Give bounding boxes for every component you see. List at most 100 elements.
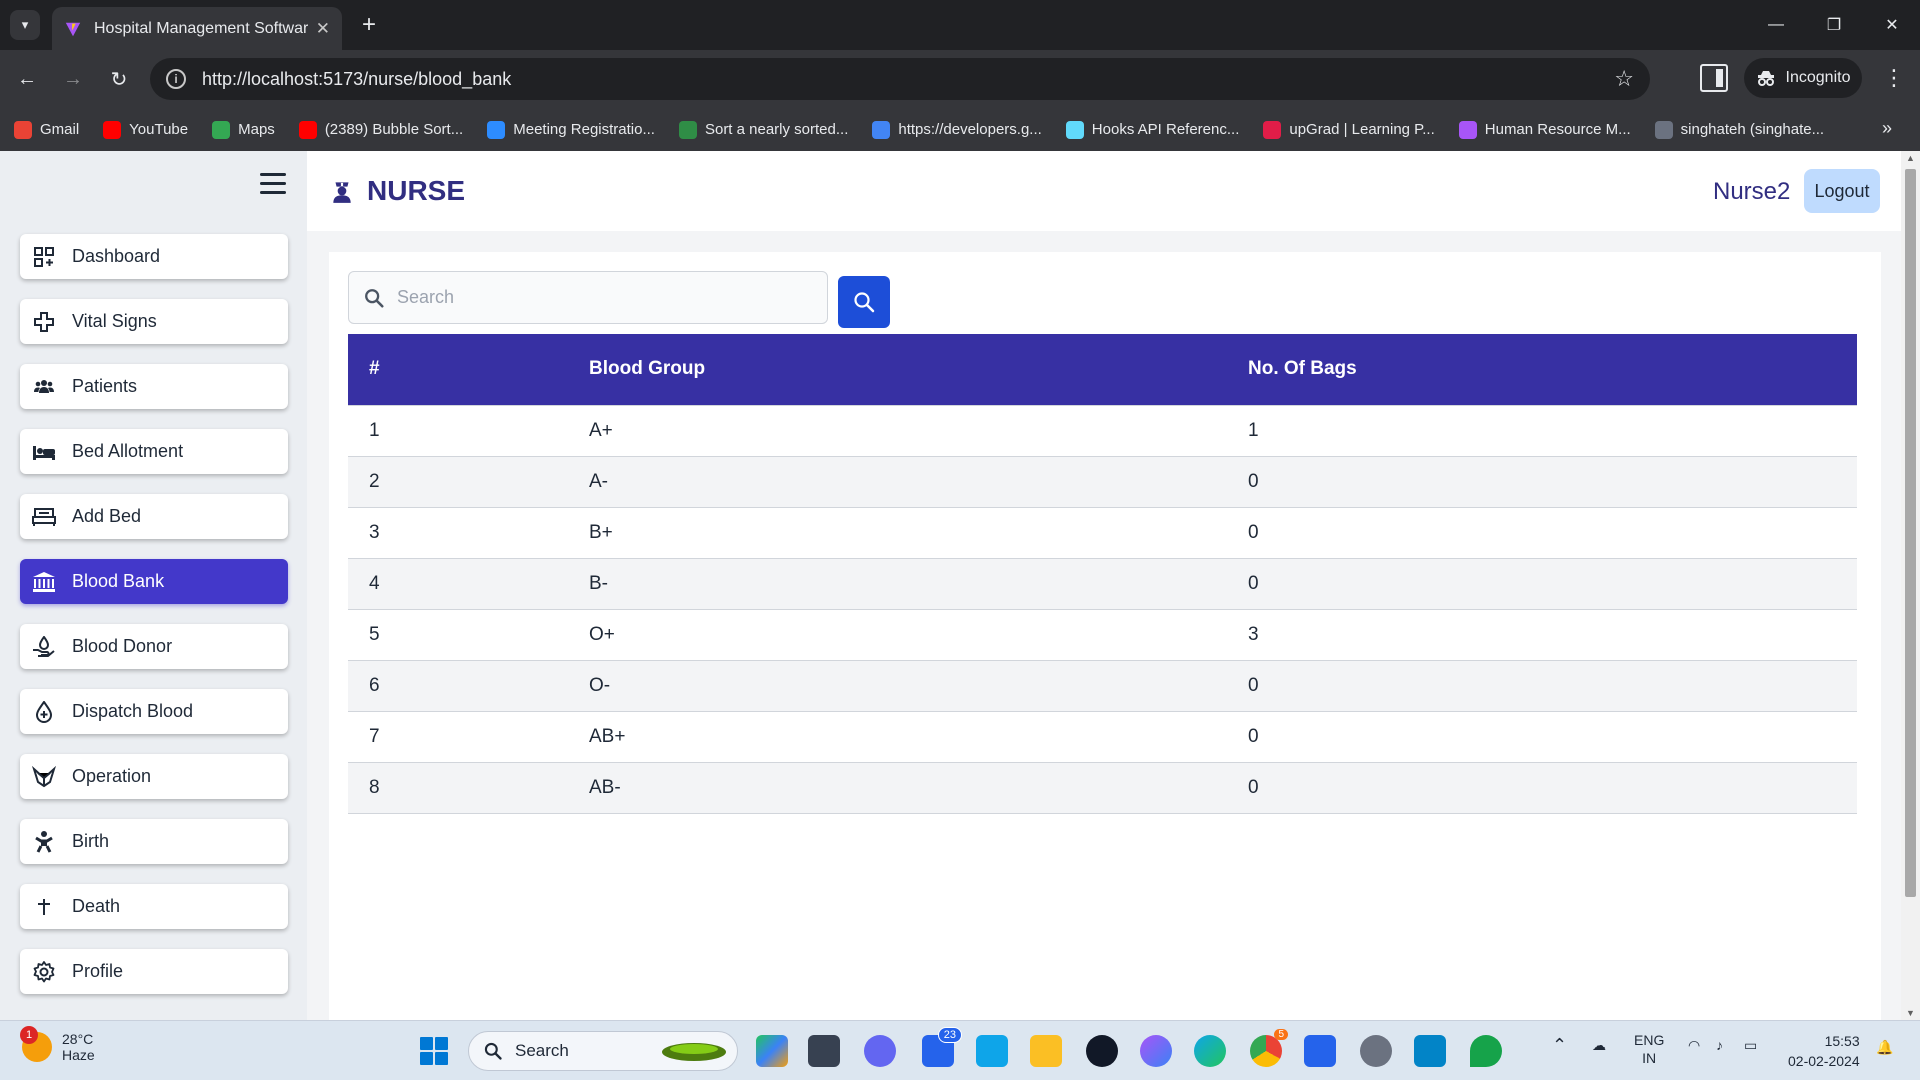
- page-scrollbar[interactable]: ▲ ▼: [1901, 151, 1920, 1020]
- bookmark-item[interactable]: Gmail: [14, 120, 80, 139]
- bank-icon: [32, 570, 56, 594]
- bags-count-cell: 0: [1227, 659, 1857, 711]
- windows-start-icon[interactable]: [420, 1037, 448, 1065]
- mongodb-compass-icon[interactable]: [1470, 1035, 1502, 1067]
- search-button[interactable]: [838, 276, 890, 328]
- blood-bank-table: # Blood Group No. Of Bags 1 A+ 1 2 A- 0 3 B+ 0 4 B…: [348, 334, 1857, 814]
- hamburger-menu-icon[interactable]: [260, 173, 286, 195]
- tab-search-button[interactable]: ▾: [10, 10, 40, 40]
- bookmark-item[interactable]: YouTube: [103, 120, 188, 139]
- browser-toolbar: ← → ↻ i http://localhost:5173/nurse/bloo…: [0, 50, 1920, 108]
- sidebar-menu: Dashboard Vital Signs Patients Bed Allotmen…: [20, 234, 288, 1014]
- restore-button[interactable]: ❐: [1806, 0, 1862, 50]
- wifi-icon[interactable]: ◠: [1688, 1037, 1700, 1054]
- tab-close-icon[interactable]: ✕: [316, 19, 330, 39]
- bookmark-item[interactable]: Hooks API Referenc...: [1065, 120, 1240, 139]
- sidebar-item-blood-bank[interactable]: Blood Bank: [20, 559, 288, 604]
- sidebar-item-death[interactable]: Death: [20, 884, 288, 929]
- bookmark-item[interactable]: singhateh (singhate...: [1654, 120, 1825, 139]
- browser-tab-bar: ▾ Hospital Management Software ✕ + — ❐ ✕: [0, 0, 1920, 50]
- search-input[interactable]: [397, 287, 797, 308]
- sidebar-item-profile[interactable]: Profile: [20, 949, 288, 994]
- scroll-down-icon[interactable]: ▼: [1905, 1008, 1916, 1018]
- sidebar-item-add-bed[interactable]: Add Bed: [20, 494, 288, 539]
- forward-button[interactable]: →: [58, 64, 88, 94]
- new-tab-button[interactable]: +: [354, 10, 384, 40]
- column-header-no-of-bags[interactable]: No. Of Bags: [1227, 334, 1857, 405]
- taskbar-search-label: Search: [515, 1041, 569, 1060]
- weather-widget[interactable]: 1 28°C Haze: [20, 1026, 95, 1063]
- incognito-icon: [1757, 71, 1774, 86]
- reload-button[interactable]: ↻: [104, 64, 134, 94]
- bookmark-item[interactable]: Meeting Registratio...: [487, 120, 655, 139]
- bookmark-item[interactable]: (2389) Bubble Sort...: [298, 120, 463, 139]
- language-indicator[interactable]: ENG IN: [1634, 1031, 1664, 1067]
- teams-chat-icon[interactable]: [864, 1035, 896, 1067]
- edge-icon[interactable]: [1194, 1035, 1226, 1067]
- bookmark-item[interactable]: Sort a nearly sorted...: [678, 120, 848, 139]
- close-window-button[interactable]: ✕: [1864, 0, 1920, 50]
- bookmark-item[interactable]: https://developers.g...: [872, 120, 1042, 139]
- google-icon: [872, 120, 891, 139]
- notepad-icon[interactable]: [1414, 1035, 1446, 1067]
- browser-tab[interactable]: Hospital Management Software ✕: [52, 7, 342, 50]
- column-header-blood-group[interactable]: Blood Group: [568, 334, 1227, 405]
- logout-button[interactable]: Logout: [1804, 169, 1880, 213]
- scrollbar-thumb[interactable]: [1905, 169, 1916, 897]
- column-header-index[interactable]: #: [348, 334, 568, 405]
- battery-icon[interactable]: ▭: [1744, 1037, 1757, 1054]
- onedrive-icon[interactable]: ☁: [1592, 1037, 1606, 1054]
- tray-overflow-icon[interactable]: ⌃: [1552, 1035, 1567, 1056]
- sidebar-item-bed-allotment[interactable]: Bed Allotment: [20, 429, 288, 474]
- bookmark-label: upGrad | Learning P...: [1289, 121, 1435, 138]
- mail-icon[interactable]: 23: [922, 1027, 962, 1067]
- chrome-icon[interactable]: 5: [1250, 1029, 1288, 1067]
- file-explorer-icon[interactable]: [1030, 1035, 1062, 1067]
- sidebar-item-label: Bed Allotment: [72, 441, 184, 461]
- system-clock[interactable]: 15:53 02-02-2024: [1788, 1031, 1860, 1071]
- sidebar-item-label: Vital Signs: [72, 311, 157, 331]
- table-row: 2 A- 0: [348, 455, 1857, 507]
- copilot-pre-icon[interactable]: [756, 1035, 788, 1067]
- scroll-up-icon[interactable]: ▲: [1905, 153, 1916, 163]
- bookmark-item[interactable]: Maps: [212, 120, 275, 139]
- table-row: 5 O+ 3: [348, 608, 1857, 660]
- incognito-indicator[interactable]: Incognito: [1744, 58, 1862, 98]
- bookmark-item[interactable]: upGrad | Learning P...: [1263, 120, 1435, 139]
- taskbar-search[interactable]: Search: [468, 1031, 738, 1071]
- side-panel-icon[interactable]: [1700, 64, 1728, 92]
- back-button[interactable]: ←: [12, 64, 42, 94]
- sidebar-item-patients[interactable]: Patients: [20, 364, 288, 409]
- site-info-icon[interactable]: i: [166, 69, 186, 89]
- weather-condition: Haze: [62, 1047, 95, 1063]
- row-index-cell: 6: [348, 659, 568, 711]
- sidebar-item-dashboard[interactable]: Dashboard: [20, 234, 288, 279]
- bookmark-item[interactable]: Human Resource M...: [1458, 120, 1631, 139]
- minimize-button[interactable]: —: [1748, 0, 1804, 50]
- task-view-icon[interactable]: [808, 1035, 840, 1067]
- sidebar-item-vital-signs[interactable]: Vital Signs: [20, 299, 288, 344]
- remote-desktop-icon[interactable]: [976, 1035, 1008, 1067]
- address-bar[interactable]: i http://localhost:5173/nurse/blood_bank…: [150, 58, 1650, 100]
- bookmark-star-icon[interactable]: ☆: [1614, 66, 1634, 92]
- browser-menu-icon[interactable]: ⋮: [1880, 64, 1908, 92]
- bookmark-label: Hooks API Referenc...: [1091, 121, 1240, 138]
- bookmark-label: Gmail: [40, 121, 80, 138]
- copilot-icon[interactable]: [1140, 1035, 1172, 1067]
- bookmarks-overflow-icon[interactable]: »: [1882, 118, 1892, 139]
- hand-donate-icon: [32, 635, 56, 659]
- url-text[interactable]: http://localhost:5173/nurse/blood_bank: [202, 69, 1614, 90]
- bookmark-label: singhateh (singhate...: [1680, 121, 1825, 138]
- vscode-icon[interactable]: [1304, 1035, 1336, 1067]
- settings-icon[interactable]: [1360, 1035, 1392, 1067]
- dell-icon[interactable]: [1086, 1035, 1118, 1067]
- sidebar-item-blood-donor[interactable]: Blood Donor: [20, 624, 288, 669]
- search-field[interactable]: [348, 271, 828, 324]
- blood-group-cell: O+: [568, 608, 1227, 660]
- volume-icon[interactable]: ♪: [1716, 1037, 1723, 1053]
- bags-count-cell: 0: [1227, 557, 1857, 609]
- sidebar-item-dispatch-blood[interactable]: Dispatch Blood: [20, 689, 288, 734]
- notification-bell-icon[interactable]: 🔔: [1876, 1039, 1893, 1056]
- sidebar-item-operation[interactable]: Operation: [20, 754, 288, 799]
- sidebar-item-birth[interactable]: Birth: [20, 819, 288, 864]
